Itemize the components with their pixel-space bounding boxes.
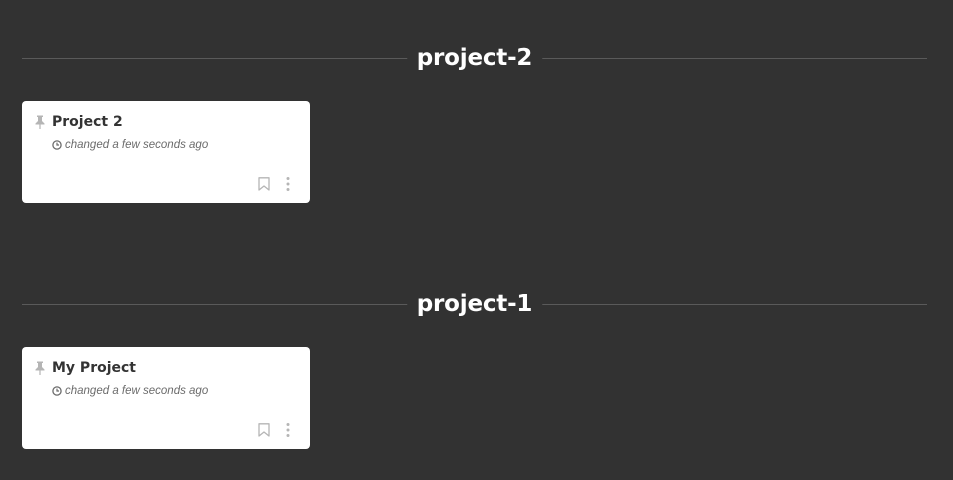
card-meta: changed a few seconds ago [52, 139, 208, 151]
project-card[interactable]: Project 2 changed a few seconds ago [22, 101, 310, 203]
card-meta: changed a few seconds ago [52, 385, 208, 397]
bookmark-icon[interactable] [258, 423, 270, 437]
section-header: project-2 [22, 43, 927, 73]
card-title[interactable]: My Project [52, 360, 136, 376]
project-card[interactable]: My Project changed a few seconds ago [22, 347, 310, 449]
project-section-project-2: project-2 Project 2 changed a few second… [22, 43, 927, 203]
more-vertical-icon[interactable] [284, 176, 292, 192]
bookmark-icon[interactable] [258, 177, 270, 191]
pin-icon[interactable] [34, 361, 46, 375]
section-title: project-2 [406, 43, 543, 73]
clock-icon [52, 140, 62, 150]
pin-icon[interactable] [34, 115, 46, 129]
project-section-project-1: project-1 My Project changed a few secon… [22, 289, 927, 449]
section-header: project-1 [22, 289, 927, 319]
clock-icon [52, 386, 62, 396]
card-title[interactable]: Project 2 [52, 114, 123, 130]
card-meta-text: changed a few seconds ago [65, 385, 209, 397]
more-vertical-icon[interactable] [284, 422, 292, 438]
section-title: project-1 [406, 289, 543, 319]
card-meta-text: changed a few seconds ago [65, 139, 209, 151]
